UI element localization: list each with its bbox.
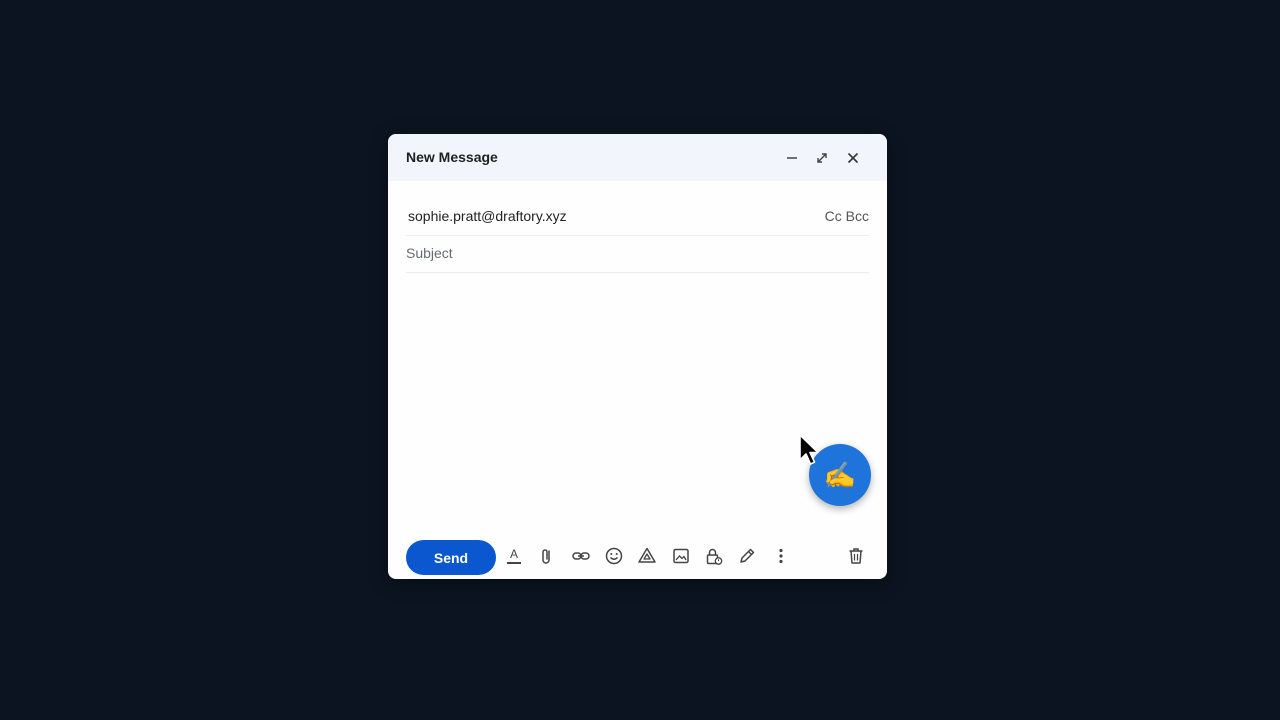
close-icon	[846, 151, 860, 165]
mouse-pointer-icon	[799, 434, 819, 465]
drive-icon	[637, 546, 657, 566]
emoji-button[interactable]	[601, 543, 627, 569]
more-options-icon	[771, 546, 791, 566]
message-body[interactable]	[406, 276, 869, 526]
minimize-icon	[785, 151, 799, 165]
attach-button[interactable]	[534, 543, 560, 569]
signature-icon	[737, 546, 757, 566]
insert-drive-button[interactable]	[634, 543, 660, 569]
minimize-button[interactable]	[780, 146, 804, 170]
emoji-icon	[604, 546, 624, 566]
insert-photo-button[interactable]	[668, 543, 694, 569]
recipient-chip[interactable]: sophie.pratt@draftory.xyz	[408, 208, 567, 224]
confidential-mode-icon	[704, 546, 724, 566]
formatting-button[interactable]: A	[501, 543, 527, 569]
subject-row	[406, 235, 869, 273]
discard-draft-button[interactable]	[843, 543, 869, 569]
insert-photo-icon	[671, 546, 691, 566]
insert-link-icon	[571, 546, 591, 566]
subject-input[interactable]	[406, 245, 706, 261]
cc-bcc-link[interactable]: Cc Bcc	[825, 208, 869, 224]
attach-file-icon	[537, 546, 557, 566]
fullscreen-button[interactable]	[810, 146, 834, 170]
insert-signature-button[interactable]	[734, 543, 760, 569]
expand-icon	[815, 151, 829, 165]
more-options-button[interactable]	[768, 543, 794, 569]
to-field[interactable]: sophie.pratt@draftory.xyz Cc Bcc	[406, 194, 869, 236]
writing-hand-icon: ✍️	[823, 459, 857, 490]
compose-title: New Message	[406, 149, 498, 165]
confidential-mode-button[interactable]	[701, 543, 727, 569]
compose-header: New Message	[388, 134, 887, 181]
formatting-options-icon: A	[504, 546, 524, 566]
svg-text:A: A	[510, 547, 518, 561]
compose-window: New Message sophie.pratt@draftory.xyz Cc…	[388, 134, 887, 579]
insert-link-button[interactable]	[568, 543, 594, 569]
send-button[interactable]: Send	[406, 540, 496, 575]
close-button[interactable]	[841, 146, 865, 170]
trash-icon	[846, 546, 866, 566]
